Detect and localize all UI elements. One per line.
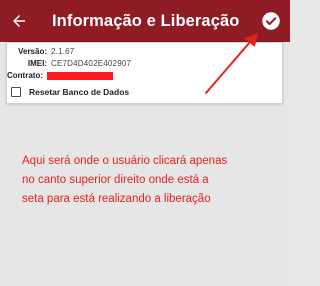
imei-row: IMEI: CE7D4D402E402907	[9, 59, 131, 69]
version-label: Versão:	[18, 47, 47, 56]
info-screen: Informação e Liberação Versão: 2.1.67 IME…	[0, 0, 290, 286]
version-value: 2.1.67	[51, 47, 75, 56]
app-bar: Informação e Liberação	[0, 0, 290, 42]
contract-label: Contrato:	[7, 71, 43, 80]
reset-db-checkbox-row[interactable]: Resetar Banco de Dados	[11, 87, 129, 97]
version-row: Versão: 2.1.67	[9, 47, 74, 57]
check-circle-icon[interactable]	[261, 11, 281, 31]
page-title: Informação e Liberação	[52, 12, 240, 30]
contract-redaction	[47, 71, 113, 80]
arrow-left-icon[interactable]	[10, 12, 28, 30]
imei-value: CE7D4D402E402907	[51, 59, 132, 68]
info-card: Versão: 2.1.67 IMEI: CE7D4D402E402907 Cont…	[6, 42, 283, 104]
imei-label: IMEI:	[27, 59, 47, 68]
reset-db-label: Resetar Banco de Dados	[29, 87, 130, 97]
annotation-text: Aqui será onde o usuário clicará apenas …	[22, 155, 228, 205]
contract-row: Contrato:	[5, 71, 113, 81]
reset-db-checkbox[interactable]	[11, 87, 21, 97]
